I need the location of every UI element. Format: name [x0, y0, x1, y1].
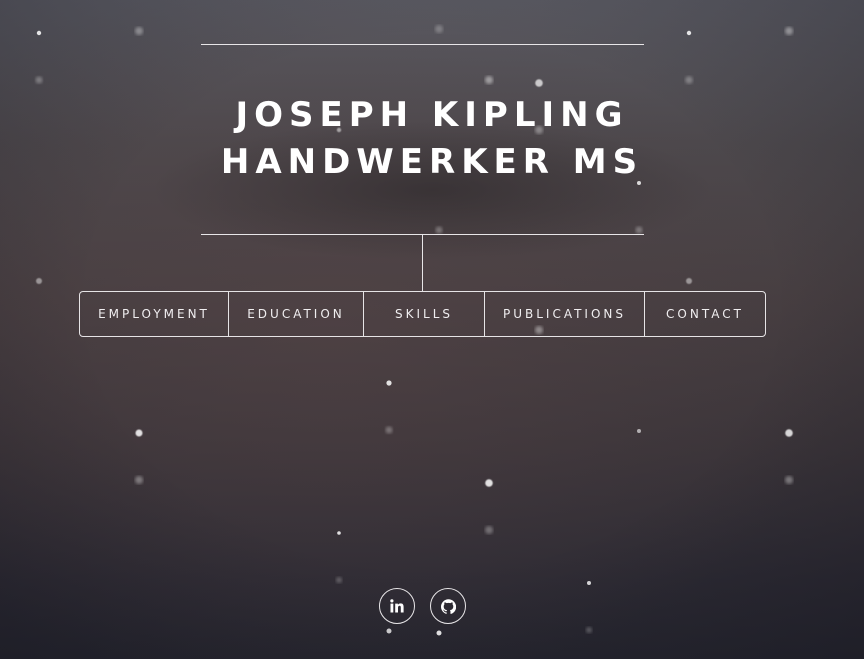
nav-item-label: PUBLICATIONS — [502, 307, 627, 321]
page-title: JOSEPH KIPLING HANDWERKER MS — [120, 92, 744, 186]
linkedin-icon — [390, 599, 404, 613]
github-icon — [440, 598, 456, 614]
nav-item-label: EMPLOYMENT — [98, 307, 210, 321]
nav-item-employment[interactable]: EMPLOYMENT — [80, 292, 229, 336]
nav-item-label: CONTACT — [666, 307, 744, 321]
linkedin-link-button[interactable] — [379, 588, 415, 624]
nav-item-skills[interactable]: SKILLS — [364, 292, 485, 336]
name-line-1: JOSEPH KIPLING — [235, 95, 629, 135]
main-navigation: EMPLOYMENT EDUCATION SKILLS PUBLICATIONS… — [79, 291, 766, 337]
nav-connector-line — [422, 234, 423, 292]
top-divider-line — [201, 44, 644, 45]
nav-item-contact[interactable]: CONTACT — [645, 292, 765, 336]
nav-item-label: SKILLS — [394, 307, 453, 321]
nav-item-publications[interactable]: PUBLICATIONS — [485, 292, 645, 336]
name-line-2: HANDWERKER MS — [220, 142, 644, 182]
nav-item-education[interactable]: EDUCATION — [229, 292, 364, 336]
github-link-button[interactable] — [430, 588, 466, 624]
nav-item-label: EDUCATION — [247, 307, 345, 321]
